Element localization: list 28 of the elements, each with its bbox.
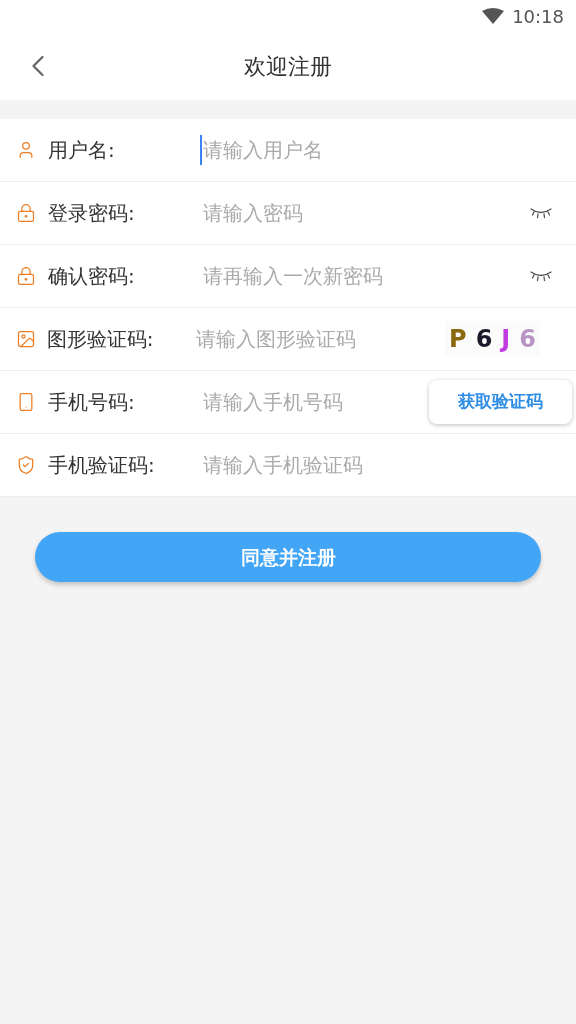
field-label: 手机号码: [48,389,136,416]
captcha-char: 6 [475,324,493,355]
input-field[interactable]: 请输入用户名 [200,135,572,165]
input-field[interactable]: 请输入手机验证码 [200,450,572,480]
lock-icon [16,203,36,223]
closed-eye-icon[interactable] [530,207,552,219]
wifi-icon [482,8,505,24]
input-field[interactable]: 请输入图形验证码 [193,324,446,354]
captcha-char: P [449,324,467,355]
field-label: 图形验证码: [46,326,155,353]
page-title: 欢迎注册 [244,52,332,81]
captcha-char: J [501,324,511,355]
field-label: 用户名: [48,137,116,164]
input-field[interactable]: 请再输入一次新密码 [200,261,530,291]
register-button[interactable]: 同意并注册 [35,532,541,582]
captcha-image[interactable]: P 6 J 6 [445,321,540,357]
field-label: 确认密码: [48,263,136,290]
captcha-char: 6 [519,324,536,355]
field-label: 手机验证码: [48,452,156,479]
input-field[interactable]: 请输入手机号码 [200,387,429,417]
image-icon [16,329,36,349]
field-label: 登录密码: [48,200,136,227]
lock-icon [16,266,36,286]
closed-eye-icon[interactable] [530,270,552,282]
shield-check-icon [16,455,36,475]
get-code-button[interactable]: 获取验证码 [429,380,572,424]
input-field[interactable]: 请输入密码 [200,198,530,228]
status-time: 10:18 [512,4,564,29]
